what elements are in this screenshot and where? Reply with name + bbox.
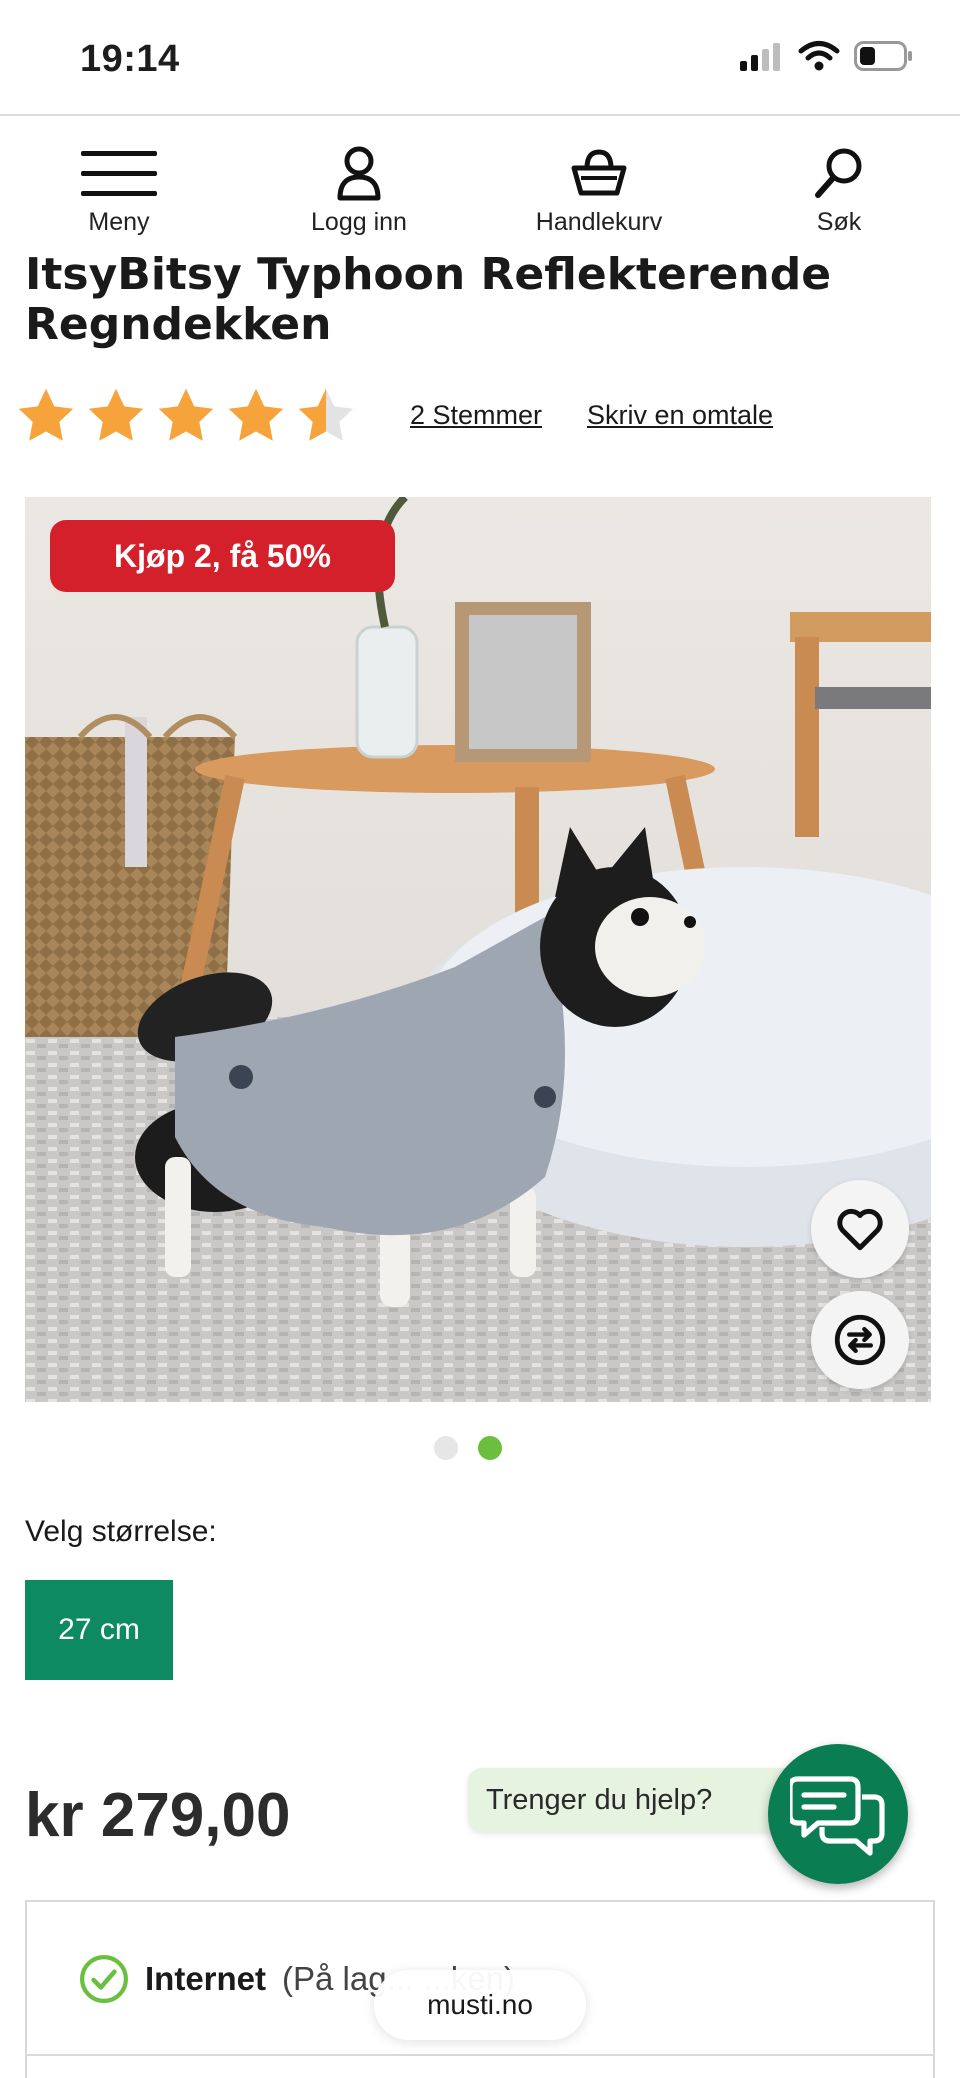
wifi-icon <box>798 41 840 71</box>
cart-label: Handlekurv <box>535 208 663 236</box>
status-bar: 19:14 <box>0 0 960 116</box>
write-review-link[interactable]: Skriv en omtale <box>587 400 773 431</box>
dog-raincoat-photo <box>25 497 931 1402</box>
login-label: Logg inn <box>311 208 407 236</box>
chat-icon <box>790 1776 885 1856</box>
search-button[interactable]: Søk <box>739 144 939 237</box>
compare-arrows-icon <box>834 1314 886 1366</box>
star-icon <box>88 388 144 441</box>
login-button[interactable]: Logg inn <box>259 144 459 237</box>
user-icon <box>337 146 381 201</box>
promo-badge: Kjøp 2, få 50% <box>50 520 395 592</box>
hamburger-icon <box>81 151 157 196</box>
status-time: 19:14 <box>80 38 180 80</box>
help-bubble[interactable]: Trenger du hjelp? <box>468 1768 798 1832</box>
half-star-icon <box>298 388 354 441</box>
menu-button[interactable]: Meny <box>19 144 219 237</box>
menu-label: Meny <box>88 208 150 236</box>
status-icons <box>740 40 914 72</box>
size-option-27cm[interactable]: 27 cm <box>25 1580 173 1680</box>
product-title: ItsyBitsy Typhoon Reflekterende Regndekk… <box>25 249 832 350</box>
browser-url-pill[interactable]: musti.no <box>374 1970 586 2040</box>
search-label: Søk <box>816 208 862 236</box>
divider <box>27 2054 933 2056</box>
basket-icon <box>571 149 627 196</box>
carousel-dot[interactable] <box>434 1436 458 1460</box>
star-icon <box>228 388 284 441</box>
wishlist-button[interactable] <box>811 1180 909 1278</box>
product-image[interactable] <box>25 497 931 1402</box>
price: kr 279,00 <box>25 1781 291 1850</box>
carousel-dot-active[interactable] <box>478 1436 502 1460</box>
carousel-dots <box>434 1436 502 1460</box>
star-icon <box>158 388 214 441</box>
delivery-option-title: Internet <box>145 1960 267 1997</box>
check-circle-icon <box>80 1955 128 2003</box>
chat-button[interactable] <box>768 1744 908 1884</box>
cart-button[interactable]: Handlekurv <box>499 144 699 237</box>
heart-icon <box>837 1208 883 1251</box>
votes-link[interactable]: 2 Stemmer <box>410 400 542 431</box>
signal-icon <box>740 43 780 71</box>
compare-button[interactable] <box>811 1291 909 1389</box>
top-nav: Meny Logg inn Handlekurv Søk <box>0 118 960 248</box>
size-label: Velg størrelse: <box>25 1515 217 1548</box>
battery-icon <box>854 41 912 71</box>
star-rating[interactable] <box>14 384 358 448</box>
search-icon <box>815 148 862 198</box>
star-icon <box>18 388 74 441</box>
